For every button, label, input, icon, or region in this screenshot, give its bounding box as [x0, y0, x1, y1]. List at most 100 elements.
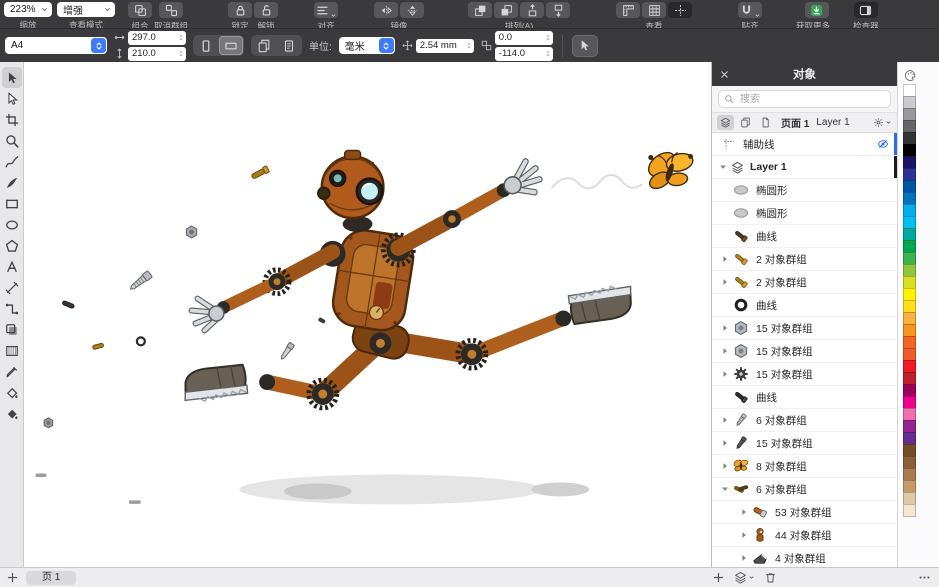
duplicate-y-input[interactable] — [498, 48, 544, 59]
duplicate-x-field[interactable] — [494, 30, 553, 45]
object-row[interactable]: 2 对象群组 — [712, 271, 897, 294]
new-layer-button[interactable] — [734, 571, 755, 584]
breadcrumb-layer[interactable]: Layer 1 — [816, 117, 849, 128]
stepper-icon[interactable] — [177, 32, 185, 43]
ungroup-button[interactable] — [159, 2, 183, 18]
layer-row[interactable]: Layer 1 — [712, 156, 897, 179]
smart-fill-tool[interactable] — [2, 403, 22, 424]
order-forward-button[interactable] — [520, 2, 545, 18]
caret-down-icon[interactable] — [718, 162, 728, 172]
caret-right-icon[interactable] — [720, 415, 730, 425]
align-button[interactable] — [314, 2, 339, 18]
caret-spacer[interactable] — [720, 231, 730, 241]
add-page-button[interactable] — [6, 571, 19, 584]
object-row[interactable]: 8 对象群组 — [712, 455, 897, 478]
transparency-tool[interactable] — [2, 340, 22, 361]
view-rulers-button[interactable] — [616, 2, 641, 18]
object-row[interactable]: 15 对象群组 — [712, 432, 897, 455]
page-height-input[interactable] — [132, 48, 177, 59]
stepper-icon[interactable] — [177, 48, 185, 59]
rectangle-tool[interactable] — [2, 193, 22, 214]
page-size-select[interactable]: A4 — [5, 37, 107, 54]
scattered-parts[interactable] — [35, 165, 326, 504]
flip-horizontal-button[interactable] — [374, 2, 399, 18]
caret-spacer[interactable] — [720, 392, 730, 402]
snap-magnet-button[interactable] — [738, 2, 763, 18]
caret-right-icon[interactable] — [720, 277, 730, 287]
view-guides-button[interactable] — [668, 2, 693, 18]
crop-tool[interactable] — [2, 109, 22, 130]
interactive-fill-tool[interactable] — [2, 382, 22, 403]
page-width-input[interactable] — [132, 32, 177, 43]
delete-object-button[interactable] — [764, 571, 777, 584]
inspector-button[interactable] — [853, 2, 878, 18]
view-grid-button[interactable] — [642, 2, 667, 18]
nudge-input[interactable] — [419, 40, 465, 51]
new-object-button[interactable] — [712, 571, 725, 584]
object-row[interactable]: 2 对象群组 — [712, 248, 897, 271]
view-objects-toggle[interactable] — [717, 115, 734, 130]
dimension-tool[interactable] — [2, 277, 22, 298]
flip-vertical-button[interactable] — [400, 2, 425, 18]
robot[interactable] — [179, 149, 637, 411]
duplicate-x-input[interactable] — [498, 32, 544, 43]
caret-right-icon[interactable] — [720, 254, 730, 264]
caret-right-icon[interactable] — [739, 553, 749, 563]
drop-shadow-tool[interactable] — [2, 319, 22, 340]
freehand-tool[interactable] — [2, 151, 22, 172]
current-page-button[interactable] — [277, 36, 301, 55]
caret-down-icon[interactable] — [720, 484, 730, 494]
stepper-icon[interactable] — [544, 48, 552, 59]
object-row[interactable]: 曲线 — [712, 294, 897, 317]
canvas-page[interactable] — [24, 62, 711, 567]
page-height-field[interactable] — [128, 46, 186, 61]
object-row[interactable]: 15 对象群组 — [712, 340, 897, 363]
caret-right-icon[interactable] — [739, 507, 749, 517]
overflow-menu-button[interactable] — [918, 571, 931, 584]
object-row[interactable]: 15 对象群组 — [712, 363, 897, 386]
guides-row[interactable]: 辅助线 — [712, 133, 897, 156]
object-row[interactable]: 椭圆形 — [712, 179, 897, 202]
treat-as-filled-button[interactable] — [571, 34, 598, 57]
eye-off-icon[interactable] — [877, 138, 889, 150]
caret-spacer[interactable] — [720, 185, 730, 195]
caret-right-icon[interactable] — [720, 369, 730, 379]
object-row[interactable]: 曲线 — [712, 386, 897, 409]
panel-options-button[interactable] — [873, 117, 892, 128]
get-more-button[interactable] — [804, 2, 829, 18]
object-row[interactable]: 椭圆形 — [712, 202, 897, 225]
breadcrumb-page[interactable]: 页面 1 — [781, 115, 809, 130]
polygon-tool[interactable] — [2, 235, 22, 256]
combine-button[interactable] — [128, 2, 152, 18]
ellipse-tool[interactable] — [2, 214, 22, 235]
artistic-media-tool[interactable] — [2, 172, 22, 193]
page-tab[interactable]: 页 1 — [26, 570, 77, 585]
artwork[interactable] — [24, 62, 711, 567]
view-page-toggle[interactable] — [757, 115, 774, 130]
object-row[interactable]: 4 对象群组 — [712, 547, 897, 567]
zoom-level-select[interactable]: 223% — [4, 2, 52, 17]
close-icon[interactable] — [719, 69, 730, 80]
object-row[interactable]: 44 对象群组 — [712, 524, 897, 547]
caret-spacer[interactable] — [720, 300, 730, 310]
landscape-button[interactable] — [219, 36, 243, 55]
order-to-front-button[interactable] — [468, 2, 493, 18]
caret-right-icon[interactable] — [739, 530, 749, 540]
butterfly[interactable] — [644, 148, 695, 192]
order-backward-button[interactable] — [546, 2, 571, 18]
connector-tool[interactable] — [2, 298, 22, 319]
duplicate-y-field[interactable] — [494, 46, 553, 61]
nudge-field[interactable] — [415, 38, 474, 53]
object-row[interactable]: 6 对象群组 — [712, 478, 897, 501]
all-pages-button[interactable] — [252, 36, 276, 55]
caret-right-icon[interactable] — [720, 323, 730, 333]
view-pages-toggle[interactable] — [737, 115, 754, 130]
unlock-button[interactable] — [254, 2, 279, 18]
shape-tool[interactable] — [2, 88, 22, 109]
caret-right-icon[interactable] — [720, 461, 730, 471]
search-field[interactable] — [718, 90, 891, 108]
search-input[interactable] — [738, 92, 885, 106]
object-row[interactable]: 6 对象群组 — [712, 409, 897, 432]
object-row[interactable]: 15 对象群组 — [712, 317, 897, 340]
object-row[interactable]: 53 对象群组 — [712, 501, 897, 524]
